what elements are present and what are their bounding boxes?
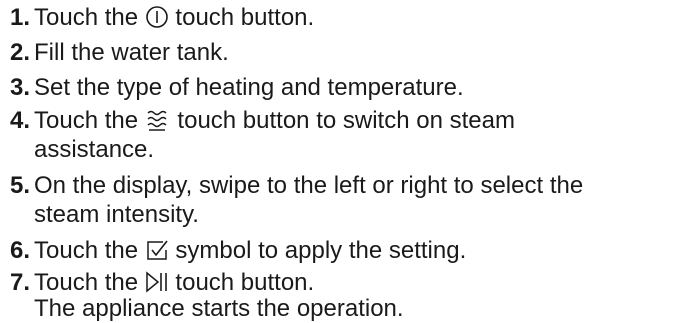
step-text: touch button. bbox=[175, 269, 315, 296]
step-number: 5. bbox=[10, 172, 31, 199]
step-text: symbol to apply the setting. bbox=[175, 237, 467, 264]
step-result: The appliance starts the operation. bbox=[34, 295, 404, 322]
steam-icon bbox=[145, 108, 171, 132]
step-text: Fill the water tank. bbox=[34, 39, 229, 66]
power-icon bbox=[145, 5, 169, 29]
step-number: 6. bbox=[10, 237, 31, 264]
step-text: On the display, swipe to the left or rig… bbox=[34, 172, 584, 199]
step-text: touch button to switch on steam bbox=[177, 107, 515, 134]
step-number: 2. bbox=[10, 39, 31, 66]
step-text: Set the type of heating and temperature. bbox=[34, 74, 464, 101]
step-text: Touch the bbox=[34, 237, 139, 264]
step-text-continued: steam intensity. bbox=[34, 201, 199, 228]
step-number: 7. bbox=[10, 269, 31, 296]
instruction-steps: 1. Touch the touch button. 2. Fill the w… bbox=[0, 0, 700, 322]
step-text: Touch the bbox=[34, 269, 139, 296]
checkbox-check-icon bbox=[145, 238, 169, 262]
play-pause-icon bbox=[145, 270, 169, 294]
step-text: Touch the bbox=[34, 4, 139, 31]
step-text: touch button. bbox=[175, 4, 315, 31]
step-text-continued: assistance. bbox=[34, 136, 155, 163]
step-number: 4. bbox=[10, 107, 31, 134]
step-number: 1. bbox=[10, 4, 31, 31]
step-number: 3. bbox=[10, 74, 31, 101]
step-text: Touch the bbox=[34, 107, 139, 134]
